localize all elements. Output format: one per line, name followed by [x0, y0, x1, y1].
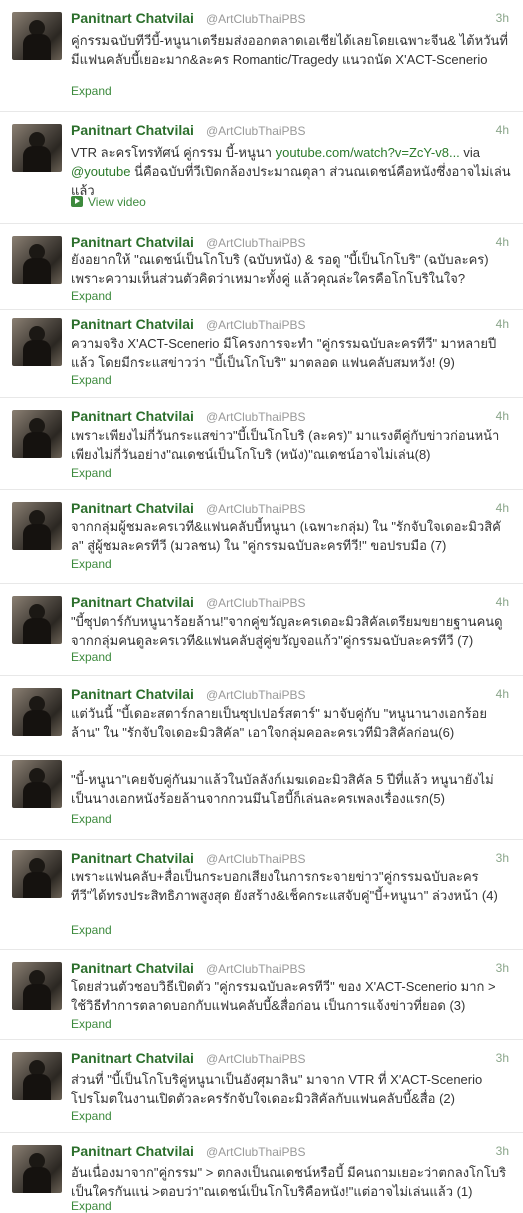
expand-link[interactable]: Expand [71, 812, 112, 826]
author-name[interactable]: Panitnart Chatvilai [71, 850, 194, 866]
avatar[interactable] [12, 410, 62, 458]
tweet-text-part: VTR ละครโทรทัศน์ คู่กรรม บี้-หนูนา [71, 145, 276, 160]
view-video-link[interactable]: View video [71, 195, 146, 209]
author-handle[interactable]: @ArtClubThaiPBS [206, 410, 306, 424]
tweet-time[interactable]: 3h [496, 11, 509, 25]
tweet-time[interactable]: 3h [496, 851, 509, 865]
tweet-item: Panitnart Chatvilai @ArtClubThaiPBS 4h เ… [0, 398, 523, 490]
avatar[interactable] [12, 502, 62, 550]
mention-link[interactable]: @youtube [71, 164, 130, 179]
tweet-item: Panitnart Chatvilai @ArtClubThaiPBS 3h เ… [0, 840, 523, 950]
author-handle[interactable]: @ArtClubThaiPBS [206, 688, 306, 702]
tweet-text: ส่วนที่ "บี้เป็นโกโบริคู่หนูนาเป็นอังศุม… [71, 1072, 483, 1106]
tweet-item: Panitnart Chatvilai @ArtClubThaiPBS 4h "… [0, 584, 523, 676]
expand-link[interactable]: Expand [71, 650, 112, 664]
tweet-item: "บี้-หนูนา"เคยจับคู่กันมาแล้วในบัลลังก์เ… [0, 756, 523, 840]
tweet-time[interactable]: 3h [496, 1144, 509, 1158]
author-handle[interactable]: @ArtClubThaiPBS [206, 318, 306, 332]
tweet-time[interactable]: 4h [496, 123, 509, 137]
tweet-time[interactable]: 4h [496, 235, 509, 249]
tweet-item: Panitnart Chatvilai @ArtClubThaiPBS 3h อ… [0, 1133, 523, 1213]
author-name[interactable]: Panitnart Chatvilai [71, 1143, 194, 1159]
tweet-text: คู่กรรมฉบับทีวีบี้-หนูนาเตรียมส่งออกตลาด… [71, 33, 508, 67]
tweet-item: Panitnart Chatvilai @ArtClubThaiPBS 4h V… [0, 112, 523, 224]
tweet-item: Panitnart Chatvilai @ArtClubThaiPBS 3h ค… [0, 0, 523, 112]
avatar[interactable] [12, 1052, 62, 1100]
tweet-text: "บี้ซุปตาร์กับหนูนาร้อยล้าน!"จากคู่ขวัญล… [71, 614, 503, 648]
expand-link[interactable]: Expand [71, 557, 112, 571]
expand-link[interactable]: Expand [71, 1017, 112, 1031]
tweet-text: ความจริง X'ACT-Scenerio มีโครงการจะทำ "ค… [71, 336, 497, 370]
author-name[interactable]: Panitnart Chatvilai [71, 960, 194, 976]
avatar[interactable] [12, 688, 62, 736]
author-name[interactable]: Panitnart Chatvilai [71, 686, 194, 702]
expand-link[interactable]: Expand [71, 84, 112, 98]
author-handle[interactable]: @ArtClubThaiPBS [206, 236, 306, 250]
author-name[interactable]: Panitnart Chatvilai [71, 10, 194, 26]
author-name[interactable]: Panitnart Chatvilai [71, 234, 194, 250]
tweet-text: จากกลุ่มผู้ชมละครเวที&แฟนคลับบี้หนูนา (เ… [71, 519, 501, 553]
tweet-time[interactable]: 4h [496, 595, 509, 609]
tweet-time[interactable]: 3h [496, 961, 509, 975]
author-handle[interactable]: @ArtClubThaiPBS [206, 124, 306, 138]
tweet-text-part: via [459, 145, 481, 160]
author-name[interactable]: Panitnart Chatvilai [71, 316, 194, 332]
author-handle[interactable]: @ArtClubThaiPBS [206, 852, 306, 866]
expand-link[interactable]: Expand [71, 373, 112, 387]
tweet-item: Panitnart Chatvilai @ArtClubThaiPBS 3h โ… [0, 950, 523, 1040]
avatar[interactable] [12, 760, 62, 808]
tweet-text-part: นี่คือฉบับที่วีเปิดกล้องประมาณตุลา ส่วนณ… [71, 164, 511, 198]
avatar[interactable] [12, 124, 62, 172]
author-handle[interactable]: @ArtClubThaiPBS [206, 12, 306, 26]
expand-link[interactable]: Expand [71, 289, 112, 303]
avatar[interactable] [12, 318, 62, 366]
avatar[interactable] [12, 236, 62, 284]
tweet-text: อันเนื่องมาจาก"คู่กรรม" > ตกลงเป็นณเดชน์… [71, 1165, 507, 1199]
avatar[interactable] [12, 850, 62, 898]
avatar[interactable] [12, 962, 62, 1010]
author-handle[interactable]: @ArtClubThaiPBS [206, 1145, 306, 1159]
avatar[interactable] [12, 12, 62, 60]
tweet-text: VTR ละครโทรทัศน์ คู่กรรม บี้-หนูนา youtu… [71, 143, 511, 200]
expand-link[interactable]: Expand [71, 1109, 112, 1123]
tweet-time[interactable]: 4h [496, 501, 509, 515]
youtube-link[interactable]: youtube.com/watch?v=ZcY-v8... [276, 145, 460, 160]
author-name[interactable]: Panitnart Chatvilai [71, 1050, 194, 1066]
tweet-time[interactable]: 4h [496, 409, 509, 423]
avatar[interactable] [12, 1145, 62, 1193]
tweet-text: "บี้-หนูนา"เคยจับคู่กันมาแล้วในบัลลังก์เ… [71, 772, 494, 806]
author-name[interactable]: Panitnart Chatvilai [71, 500, 194, 516]
tweet-text: เพราะเพียงไม่กี่วันกระแสข่าว"บี้เป็นโกโบ… [71, 428, 500, 462]
tweet-item: Panitnart Chatvilai @ArtClubThaiPBS 4h ย… [0, 224, 523, 310]
tweet-item: Panitnart Chatvilai @ArtClubThaiPBS 4h แ… [0, 676, 523, 756]
tweet-item: Panitnart Chatvilai @ArtClubThaiPBS 3h ส… [0, 1040, 523, 1133]
author-name[interactable]: Panitnart Chatvilai [71, 122, 194, 138]
tweet-time[interactable]: 3h [496, 1051, 509, 1065]
avatar[interactable] [12, 596, 62, 644]
expand-link[interactable]: Expand [71, 466, 112, 480]
tweet-text: ยังอยากให้ "ณเดชน์เป็นโกโบริ (ฉบับหนัง) … [71, 252, 489, 286]
author-name[interactable]: Panitnart Chatvilai [71, 594, 194, 610]
author-name[interactable]: Panitnart Chatvilai [71, 408, 194, 424]
video-icon [71, 196, 83, 207]
tweet-text: แต่วันนี้ "บี้เดอะสตาร์กลายเป็นซุปเปอร์ส… [71, 706, 487, 740]
expand-link[interactable]: Expand [71, 923, 112, 937]
author-handle[interactable]: @ArtClubThaiPBS [206, 502, 306, 516]
tweet-item: Panitnart Chatvilai @ArtClubThaiPBS 4h ค… [0, 310, 523, 398]
author-handle[interactable]: @ArtClubThaiPBS [206, 962, 306, 976]
author-handle[interactable]: @ArtClubThaiPBS [206, 596, 306, 610]
tweet-time[interactable]: 4h [496, 687, 509, 701]
tweet-text: เพราะแฟนคลับ+สื่อเป็นกระบอกเสียงในการกระ… [71, 869, 498, 903]
tweet-text: โดยส่วนตัวชอบวิธีเปิดตัว "คู่กรรมฉบับละค… [71, 979, 496, 1013]
tweet-item: Panitnart Chatvilai @ArtClubThaiPBS 4h จ… [0, 490, 523, 584]
expand-link[interactable]: Expand [71, 1199, 112, 1213]
view-video-label: View video [88, 195, 146, 209]
author-handle[interactable]: @ArtClubThaiPBS [206, 1052, 306, 1066]
tweet-time[interactable]: 4h [496, 317, 509, 331]
